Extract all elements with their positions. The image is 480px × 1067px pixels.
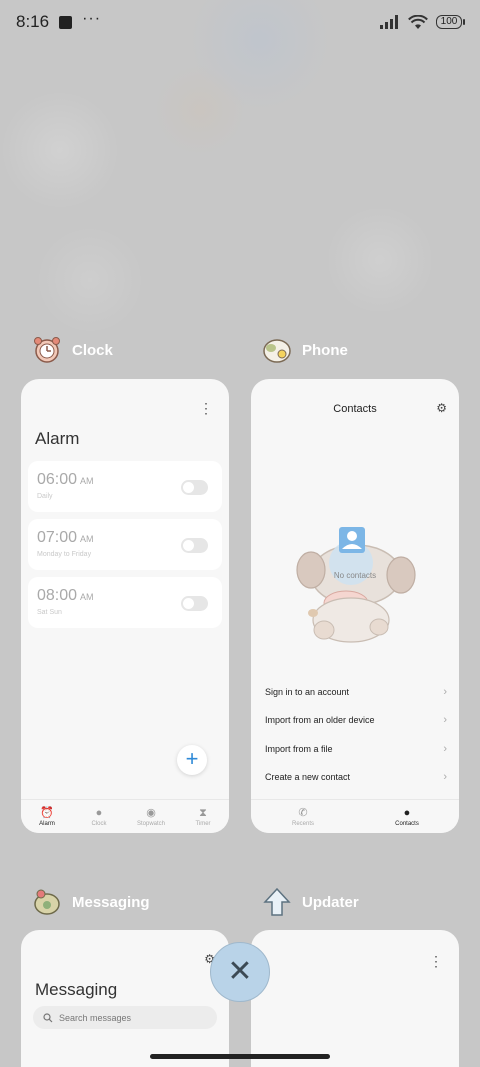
menu-item-label: Import from a file xyxy=(265,744,333,754)
search-icon xyxy=(43,1012,53,1022)
battery-icon: 100 xyxy=(436,15,465,29)
person-icon: ● xyxy=(403,806,411,819)
nav-label: Stopwatch xyxy=(136,820,166,827)
notification-icon xyxy=(59,15,73,29)
alarm-repeat: Sat Sun xyxy=(37,609,62,616)
status-bar: 8:16 ··· 100 xyxy=(0,0,480,44)
alarm-item[interactable]: 08:00 AM Sat Sun xyxy=(28,577,222,628)
more-options-icon[interactable]: ⋮ xyxy=(429,954,443,968)
menu-item-label: Sign in to an account xyxy=(265,687,350,697)
alarm-ampm: AM xyxy=(80,534,94,544)
nav-tab-clock[interactable]: ● Clock xyxy=(74,800,124,833)
nav-label: Contacts xyxy=(395,820,419,827)
alarm-toggle[interactable] xyxy=(181,596,208,611)
empty-contacts-illustration xyxy=(296,527,416,643)
chevron-right-icon: › xyxy=(443,714,447,726)
clear-all-button[interactable]: ✕ xyxy=(210,942,270,1002)
menu-item-import-file[interactable]: Import from a file › xyxy=(265,743,447,755)
status-time: 8:16 xyxy=(16,12,50,31)
messaging-app-card[interactable]: ⚙ Messaging Search messages xyxy=(21,930,229,1067)
empty-state-text: No contacts xyxy=(333,571,377,580)
alarm-time: 08:00 AM xyxy=(37,587,94,605)
alarm-ampm: AM xyxy=(80,592,94,602)
menu-item-import-device[interactable]: Import from an older device › xyxy=(265,714,447,726)
alarm-time: 06:00 AM xyxy=(37,471,94,489)
app-label-updater[interactable]: Updater xyxy=(262,887,359,917)
nav-tab-stopwatch[interactable]: ◉ Stopwatch xyxy=(126,800,176,833)
updater-app-card[interactable]: ⋮ xyxy=(251,930,459,1067)
gear-icon[interactable]: ⚙ xyxy=(436,401,447,415)
alarm-ampm: AM xyxy=(80,476,94,486)
add-alarm-button[interactable]: + xyxy=(177,745,207,775)
bottom-nav: ⏰ Alarm ● Clock ◉ Stopwatch ⧗ Timer xyxy=(21,799,229,833)
chevron-right-icon: › xyxy=(443,743,447,755)
stopwatch-icon: ◉ xyxy=(146,806,156,819)
menu-item-label: Import from an older device xyxy=(265,715,375,725)
alarm-time-value: 08:00 xyxy=(37,587,78,604)
more-options-icon[interactable]: ⋮ xyxy=(199,401,213,415)
nav-label: Recents xyxy=(291,820,314,827)
menu-item-sign-in[interactable]: Sign in to an account › xyxy=(265,686,447,698)
alarm-toggle[interactable] xyxy=(181,538,208,553)
alarm-time: 07:00 AM xyxy=(37,529,94,547)
nav-tab-contacts[interactable]: ● Contacts xyxy=(382,800,432,833)
app-label-text: Updater xyxy=(302,893,359,911)
clock-app-card[interactable]: ⋮ Alarm 06:00 AM Daily 07:00 AM Monday to … xyxy=(21,379,229,833)
alarm-repeat: Daily xyxy=(37,493,53,500)
more-notifications-icon: ··· xyxy=(82,10,102,27)
menu-item-label: Create a new contact xyxy=(265,772,351,782)
home-indicator[interactable] xyxy=(150,1054,330,1059)
hourglass-icon: ⧗ xyxy=(199,806,207,819)
page-title: Contacts xyxy=(333,403,377,415)
menu-item-create-contact[interactable]: Create a new contact › xyxy=(265,771,447,783)
messaging-app-icon xyxy=(34,889,60,915)
app-label-phone[interactable]: Phone xyxy=(262,335,348,365)
bottom-nav: ✆ Recents ● Contacts xyxy=(251,799,459,833)
page-title: Messaging xyxy=(35,980,118,999)
nav-tab-recents[interactable]: ✆ Recents xyxy=(278,800,328,833)
clock-app-icon xyxy=(34,337,60,363)
phone-app-icon xyxy=(263,339,291,363)
signal-icon xyxy=(380,15,398,29)
phone-icon: ✆ xyxy=(298,806,308,819)
alarm-icon: ⏰ xyxy=(40,806,54,819)
wifi-icon xyxy=(408,14,428,29)
clock-icon: ● xyxy=(95,806,103,819)
page-title: Alarm xyxy=(35,429,80,448)
nav-label: Alarm xyxy=(39,820,55,827)
alarm-time-value: 07:00 xyxy=(37,529,78,546)
app-label-text: Clock xyxy=(72,341,113,359)
alarm-item[interactable]: 07:00 AM Monday to Friday xyxy=(28,519,222,570)
updater-app-icon xyxy=(263,887,291,916)
app-label-clock[interactable]: Clock xyxy=(32,335,113,365)
app-label-messaging[interactable]: Messaging xyxy=(32,887,150,917)
chevron-right-icon: › xyxy=(443,686,447,698)
app-label-text: Messaging xyxy=(72,893,150,911)
search-placeholder: Search messages xyxy=(59,1012,132,1023)
phone-app-card[interactable]: Contacts ⚙ No contacts Sign in to an acc… xyxy=(251,379,459,833)
chevron-right-icon: › xyxy=(443,771,447,783)
nav-label: Timer xyxy=(195,820,211,827)
search-input[interactable]: Search messages xyxy=(33,1006,217,1029)
nav-tab-timer[interactable]: ⧗ Timer xyxy=(178,800,228,833)
alarm-item[interactable]: 06:00 AM Daily xyxy=(28,461,222,512)
nav-tab-alarm[interactable]: ⏰ Alarm xyxy=(22,800,72,833)
alarm-repeat: Monday to Friday xyxy=(37,551,92,558)
alarm-toggle[interactable] xyxy=(181,480,208,495)
app-label-text: Phone xyxy=(302,341,348,359)
nav-label: Clock xyxy=(91,820,107,827)
alarm-time-value: 06:00 xyxy=(37,471,78,488)
